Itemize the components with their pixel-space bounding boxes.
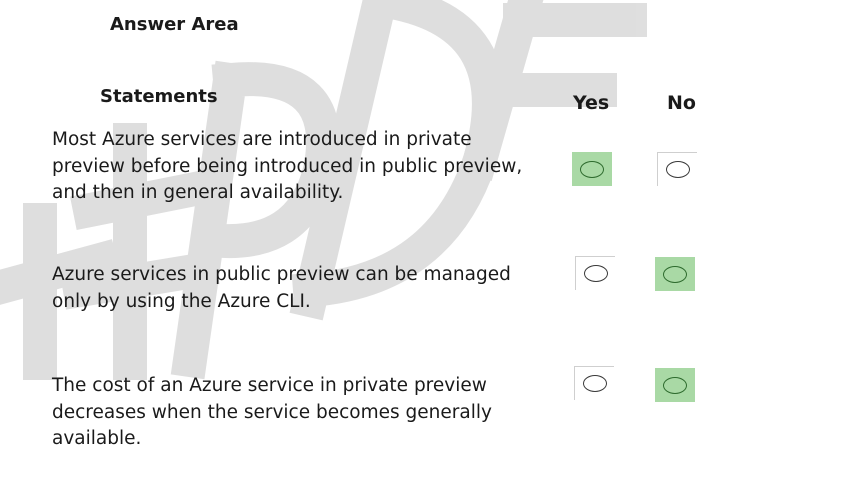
- statement-2: Azure services in public preview can be …: [52, 262, 562, 315]
- statement-2-line-2: only by using the Azure CLI.: [52, 290, 311, 312]
- radio-circle-icon: [663, 265, 687, 283]
- statement-1-line-1: Most Azure services are introduced in pr…: [52, 129, 472, 150]
- radio-circle-icon: [665, 161, 690, 178]
- statement-2-yes-option[interactable]: [575, 256, 615, 290]
- statement-1-line-3: and then in general availability.: [52, 182, 344, 203]
- radio-circle-icon: [583, 265, 608, 282]
- statement-2-line-1: Azure services in public preview can be …: [52, 264, 511, 285]
- statement-3-no-option[interactable]: [655, 368, 695, 402]
- statement-3-line-2: decreases when the service becomes gener…: [52, 401, 492, 423]
- statement-3-line-3: available.: [52, 428, 142, 449]
- statements-header: Statements: [100, 86, 218, 107]
- statement-1: Most Azure services are introduced in pr…: [52, 127, 562, 207]
- statement-1-yes-option[interactable]: [572, 152, 612, 186]
- statement-3-line-1: The cost of an Azure service in private …: [52, 375, 487, 396]
- statement-3: The cost of an Azure service in private …: [52, 373, 562, 453]
- radio-circle-icon: [582, 375, 607, 392]
- yes-column-header: Yes: [573, 92, 610, 114]
- statement-1-line-2: preview before being introduced in publi…: [52, 155, 523, 177]
- statement-3-yes-option[interactable]: [574, 366, 614, 400]
- radio-circle-icon: [580, 160, 604, 178]
- statement-1-no-option[interactable]: [657, 152, 697, 186]
- statement-2-no-option[interactable]: [655, 257, 695, 291]
- radio-circle-icon: [663, 376, 687, 394]
- answer-area-title: Answer Area: [110, 14, 239, 35]
- no-column-header: No: [667, 92, 696, 114]
